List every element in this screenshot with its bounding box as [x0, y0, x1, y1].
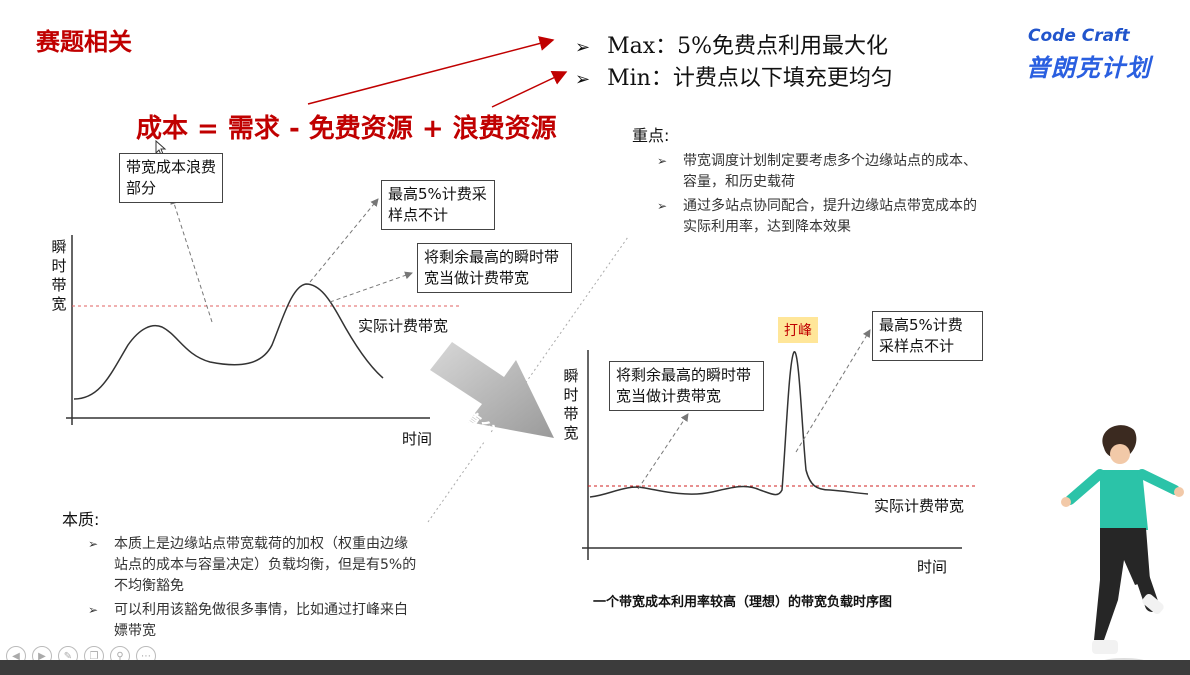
formula-arrow-min [491, 70, 568, 108]
slide-title: 赛题相关 [36, 28, 132, 56]
logo-codecraft: Code Craft [1028, 26, 1130, 46]
left-x-axis-label: 时间 [402, 430, 433, 448]
key-point-item: ➢ 通过多站点协同配合，提升边缘站点带宽成本的实际利用率，达到降本效果 [657, 196, 985, 238]
bottom-taskbar [0, 660, 1190, 675]
top5-label-box: 最高5%计费采样点不计 [381, 180, 495, 230]
essence-item: ➢ 可以利用该豁免做很多事情，比如通过打峰来白嫖带宽 [88, 600, 418, 642]
key-points-title: 重点: [632, 126, 670, 145]
left-y-axis-label: 瞬时带宽 [51, 238, 67, 313]
goal-max-text: Max：5%免费点利用最大化 [607, 34, 889, 59]
cost-formula: 成本 = 需求 - 免费资源 + 浪费资源 [136, 114, 557, 144]
right-remaining-peak-box: 将剩余最高的瞬时带宽当做计费带宽 [609, 361, 764, 411]
goal-max: ➢ Max：5%免费点利用最大化 [575, 28, 888, 60]
peak-hit-tag: 打峰 [778, 317, 818, 343]
right-top5-label-box: 最高5%计费采样点不计 [872, 311, 983, 361]
chart-caption: 一个带宽成本利用率较高（理想）的带宽负载时序图 [593, 595, 893, 610]
arrow-bullet-icon: ➢ [575, 37, 591, 58]
essence-text: 本质上是边缘站点带宽载荷的加权（权重由边缘站点的成本与容量决定）负载均衡，但是有… [114, 536, 417, 594]
arrow-bullet-icon: ➢ [88, 603, 99, 617]
right-top5-arrow [795, 329, 871, 453]
left-threshold-label: 实际计费带宽 [358, 317, 449, 335]
right-y-axis-label: 瞬时带宽 [563, 367, 579, 442]
left-top5-arrow [309, 198, 379, 283]
essence-title: 本质: [62, 510, 100, 529]
goal-min-text: Min：计费点以下填充更均匀 [607, 66, 893, 91]
remaining-peak-label-box: 将剩余最高的瞬时带宽当做计费带宽 [417, 243, 572, 293]
goal-min: ➢ Min：计费点以下填充更均匀 [575, 60, 893, 92]
right-threshold-label: 实际计费带宽 [874, 497, 965, 515]
logo-planck-plan: 普朗克计划 [1026, 54, 1151, 82]
left-remaining-arrow [329, 271, 413, 303]
arrow-bullet-icon: ➢ [88, 537, 99, 551]
essence-text: 可以利用该豁免做很多事情，比如通过打峰来白嫖带宽 [114, 602, 408, 639]
essence-item: ➢ 本质上是边缘站点带宽载荷的加权（权重由边缘站点的成本与容量决定）负载均衡，但… [88, 534, 418, 597]
left-chart [66, 196, 462, 425]
right-remaining-arrow [637, 413, 689, 490]
arrow-bullet-icon: ➢ [657, 199, 668, 213]
key-point-text: 带宽调度计划制定要考虑多个边缘站点的成本、容量，和历史载荷 [683, 153, 977, 190]
arrow-bullet-icon: ➢ [657, 154, 668, 168]
right-x-axis-label: 时间 [917, 558, 948, 576]
character-illustration [1061, 425, 1184, 666]
key-point-text: 通过多站点协同配合，提升边缘站点带宽成本的实际利用率，达到降本效果 [683, 198, 977, 235]
left-waste-arrow [170, 196, 213, 323]
left-load-curve [73, 283, 384, 400]
formula-arrow-max [307, 36, 555, 105]
waste-label-box: 带宽成本浪费部分 [119, 153, 223, 203]
key-point-item: ➢ 带宽调度计划制定要考虑多个边缘站点的成本、容量，和历史载荷 [657, 151, 985, 193]
arrow-bullet-icon: ➢ [575, 69, 591, 90]
